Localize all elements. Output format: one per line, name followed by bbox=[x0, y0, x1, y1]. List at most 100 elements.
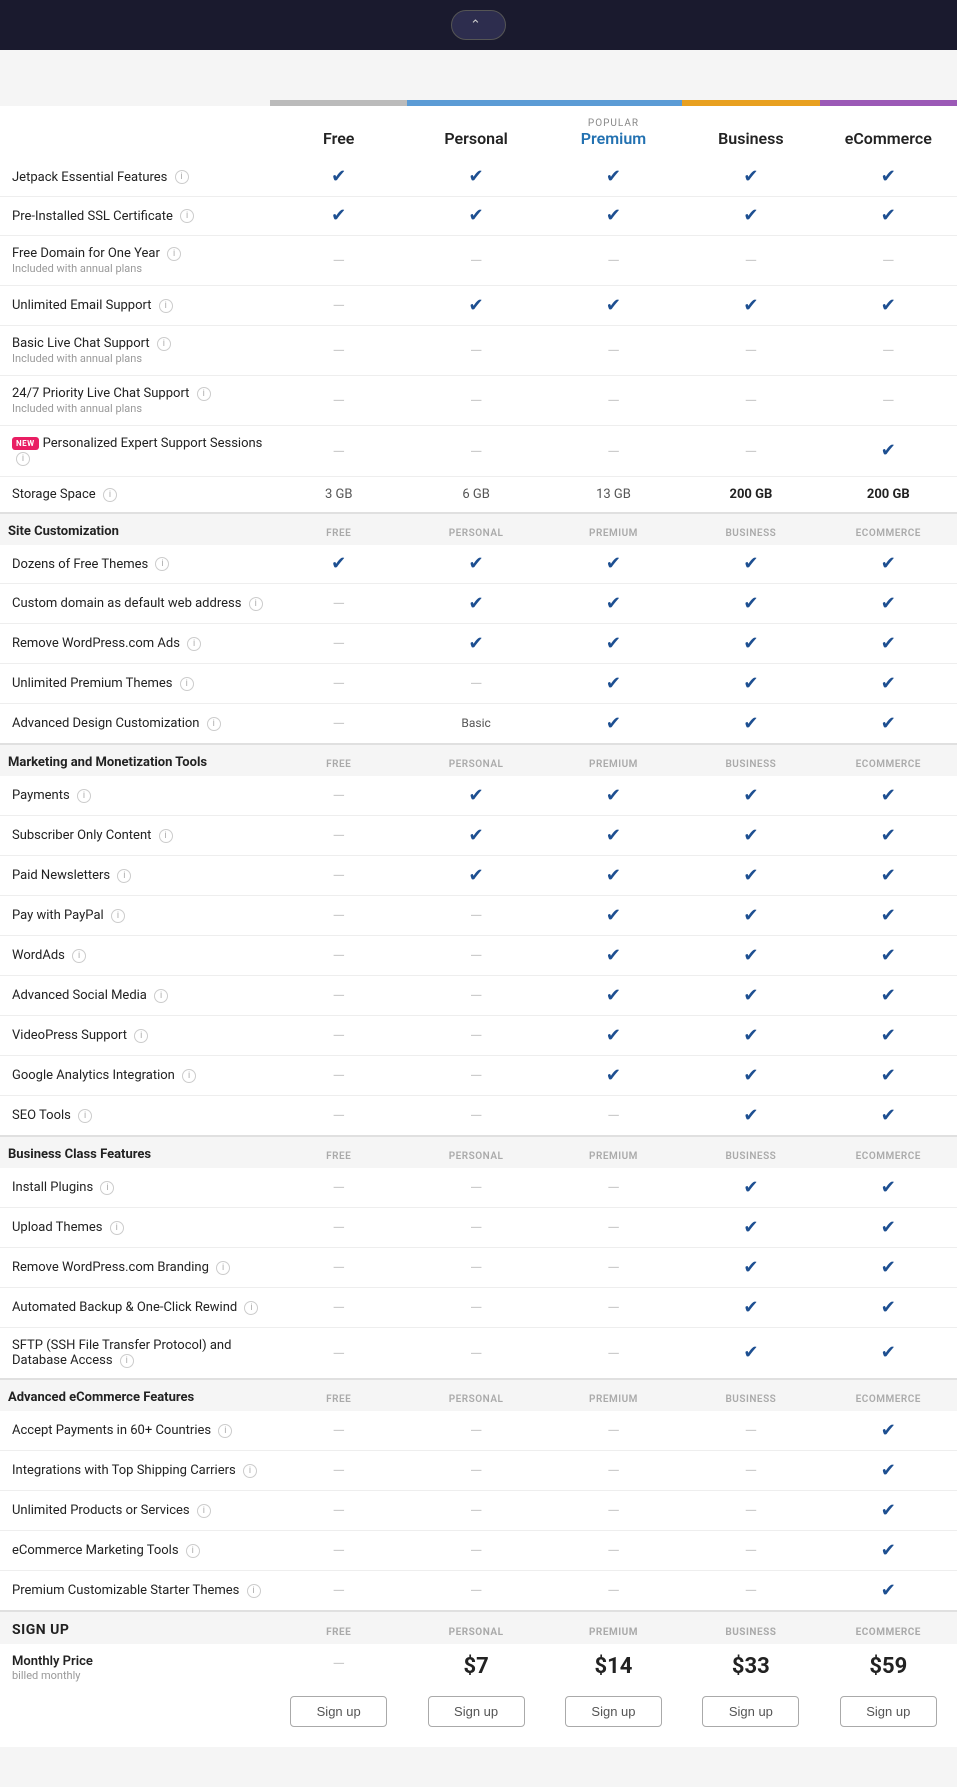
dash-icon: — bbox=[332, 674, 345, 693]
info-icon[interactable]: i bbox=[134, 1029, 148, 1043]
dash-icon: — bbox=[607, 1106, 620, 1125]
info-icon[interactable]: i bbox=[218, 1424, 232, 1438]
section-header: Business Class FeaturesFREEPERSONALPREMI… bbox=[0, 1136, 957, 1168]
dash-icon: — bbox=[332, 1066, 345, 1085]
compare-plans-button[interactable]: ⌃ bbox=[451, 10, 506, 40]
check-icon: ✔ bbox=[469, 825, 484, 846]
check-icon: ✔ bbox=[881, 593, 896, 614]
feature-name: Subscriber Only Content bbox=[12, 828, 151, 843]
signup-button-free[interactable]: Sign up bbox=[290, 1696, 387, 1727]
info-icon[interactable]: i bbox=[110, 1221, 124, 1235]
check-icon: ✔ bbox=[606, 905, 621, 926]
info-icon[interactable]: i bbox=[117, 869, 131, 883]
check-icon: ✔ bbox=[743, 633, 758, 654]
feature-sub: Included with annual plans bbox=[12, 402, 264, 415]
check-icon: ✔ bbox=[743, 1297, 758, 1318]
signup-button-personal[interactable]: Sign up bbox=[428, 1696, 525, 1727]
info-icon[interactable]: i bbox=[72, 949, 86, 963]
feature-name: Dozens of Free Themes bbox=[12, 557, 148, 572]
feature-name: eCommerce Marketing Tools bbox=[12, 1543, 179, 1558]
dash-icon: — bbox=[607, 1298, 620, 1317]
check-icon: ✔ bbox=[881, 1460, 896, 1481]
info-icon[interactable]: i bbox=[157, 337, 171, 351]
info-icon[interactable]: i bbox=[186, 1544, 200, 1558]
check-icon: ✔ bbox=[881, 1540, 896, 1561]
check-icon: ✔ bbox=[881, 1580, 896, 1601]
signup-button-row: Sign up Sign up Sign up Sign up Sign up bbox=[0, 1686, 957, 1747]
check-icon: ✔ bbox=[606, 865, 621, 886]
table-row: eCommerce Marketing Tools i ————✔ bbox=[0, 1531, 957, 1571]
section-header: Advanced eCommerce FeaturesFREEPERSONALP… bbox=[0, 1379, 957, 1411]
table-row: Upload Themes i ———✔✔ bbox=[0, 1208, 957, 1248]
signup-button-premium[interactable]: Sign up bbox=[565, 1696, 662, 1727]
check-icon: ✔ bbox=[606, 1065, 621, 1086]
info-icon[interactable]: i bbox=[243, 1464, 257, 1478]
info-icon[interactable]: i bbox=[16, 452, 30, 466]
signup-button-ecommerce[interactable]: Sign up bbox=[840, 1696, 937, 1727]
dash-icon: — bbox=[470, 1541, 483, 1560]
info-icon[interactable]: i bbox=[159, 829, 173, 843]
info-icon[interactable]: i bbox=[111, 909, 125, 923]
dash-icon: — bbox=[332, 1298, 345, 1317]
info-icon[interactable]: i bbox=[180, 677, 194, 691]
info-icon[interactable]: i bbox=[120, 1354, 134, 1368]
info-icon[interactable]: i bbox=[77, 789, 91, 803]
dash-icon: — bbox=[607, 1581, 620, 1600]
info-icon[interactable]: i bbox=[78, 1109, 92, 1123]
info-icon[interactable]: i bbox=[180, 209, 194, 223]
dash-icon: — bbox=[332, 714, 345, 733]
check-icon: ✔ bbox=[331, 553, 346, 574]
check-icon: ✔ bbox=[881, 1420, 896, 1441]
feature-name: Remove WordPress.com Ads bbox=[12, 636, 180, 651]
check-icon: ✔ bbox=[881, 865, 896, 886]
info-icon[interactable]: i bbox=[197, 387, 211, 401]
feature-name: Jetpack Essential Features bbox=[12, 170, 167, 185]
info-icon[interactable]: i bbox=[159, 299, 173, 313]
dash-icon: — bbox=[745, 442, 758, 461]
dash-icon: — bbox=[470, 986, 483, 1005]
check-icon: ✔ bbox=[881, 945, 896, 966]
feature-name: Google Analytics Integration bbox=[12, 1068, 175, 1083]
price-row: Monthly Price billed monthly —$7$14$33$5… bbox=[0, 1644, 957, 1686]
dash-icon: — bbox=[332, 946, 345, 965]
info-icon[interactable]: i bbox=[100, 1181, 114, 1195]
feature-name: SEO Tools bbox=[12, 1108, 71, 1123]
info-icon[interactable]: i bbox=[249, 597, 263, 611]
dash-icon: — bbox=[607, 1421, 620, 1440]
price-dash: — bbox=[332, 1654, 345, 1673]
info-icon[interactable]: i bbox=[167, 247, 181, 261]
dash-icon: — bbox=[745, 341, 758, 360]
table-row: Paid Newsletters i —✔✔✔✔ bbox=[0, 856, 957, 896]
info-icon[interactable]: i bbox=[207, 717, 221, 731]
table-row: Advanced Social Media i ——✔✔✔ bbox=[0, 976, 957, 1016]
info-icon[interactable]: i bbox=[182, 1069, 196, 1083]
info-icon[interactable]: i bbox=[244, 1301, 258, 1315]
info-icon[interactable]: i bbox=[175, 170, 189, 184]
dash-icon: — bbox=[470, 1501, 483, 1520]
dash-icon: — bbox=[470, 251, 483, 270]
storage-value: 200 GB bbox=[729, 487, 772, 502]
check-icon: ✔ bbox=[743, 205, 758, 226]
feature-name: Premium Customizable Starter Themes bbox=[12, 1583, 239, 1598]
signup-button-business[interactable]: Sign up bbox=[702, 1696, 799, 1727]
info-icon[interactable]: i bbox=[154, 989, 168, 1003]
check-icon: ✔ bbox=[881, 1025, 896, 1046]
table-row: Automated Backup & One-Click Rewind i ——… bbox=[0, 1288, 957, 1328]
info-icon[interactable]: i bbox=[247, 1584, 261, 1598]
feature-name: Unlimited Premium Themes bbox=[12, 676, 173, 691]
dash-icon: — bbox=[332, 986, 345, 1005]
price-value: $14 bbox=[595, 1654, 633, 1679]
info-icon[interactable]: i bbox=[197, 1504, 211, 1518]
info-icon[interactable]: i bbox=[216, 1261, 230, 1275]
price-value: $33 bbox=[732, 1654, 770, 1679]
dash-icon: — bbox=[470, 946, 483, 965]
info-icon[interactable]: i bbox=[103, 488, 117, 502]
plan-name-business: Business bbox=[718, 129, 783, 148]
info-icon[interactable]: i bbox=[155, 557, 169, 571]
info-icon[interactable]: i bbox=[187, 637, 201, 651]
dash-icon: — bbox=[332, 906, 345, 925]
check-icon: ✔ bbox=[331, 166, 346, 187]
dash-icon: — bbox=[607, 1258, 620, 1277]
check-icon: ✔ bbox=[881, 205, 896, 226]
dash-icon: — bbox=[607, 1461, 620, 1480]
